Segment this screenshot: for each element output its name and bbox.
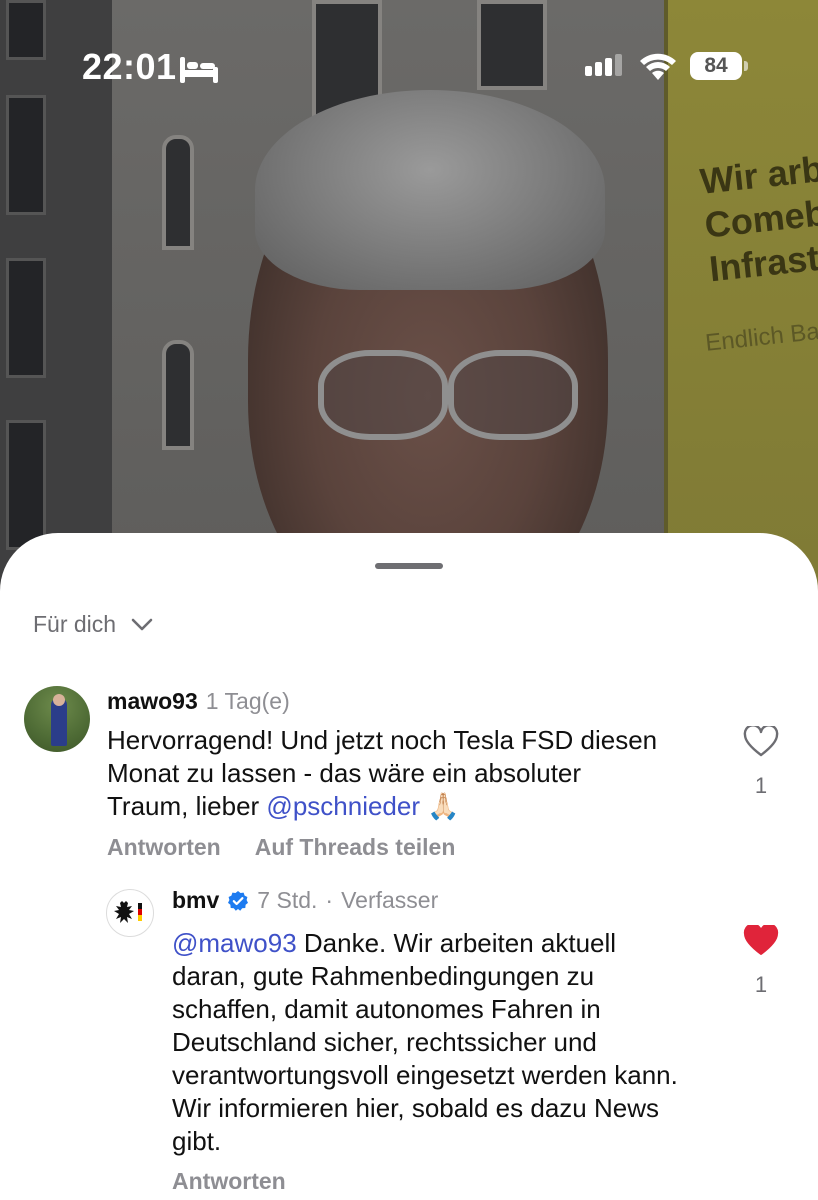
glasses-right	[448, 350, 578, 440]
comment-time: 7 Std.	[257, 887, 318, 913]
mention-link[interactable]: @mawo93	[172, 928, 297, 958]
verified-badge-icon	[228, 890, 249, 911]
battery-tip	[744, 61, 748, 71]
comment-actions: Antworten Auf Threads teilen	[107, 834, 455, 861]
avatar[interactable]	[24, 686, 90, 752]
glasses-left	[318, 350, 448, 440]
like-count: 1	[754, 773, 768, 798]
comment-text: @mawo93 Danke. Wir arbeiten aktuell dara…	[172, 927, 682, 1158]
avatar[interactable]	[106, 889, 154, 937]
comment-time: 1 Tag(e)	[205, 688, 290, 714]
sign-subline: Endlich Bau	[704, 316, 818, 357]
heart-filled-icon	[743, 923, 779, 955]
sort-filter-dropdown[interactable]: Für dich	[33, 611, 154, 638]
sleep-focus-icon	[180, 57, 218, 83]
comment-meta: bmv 7 Std. · Verfasser	[172, 887, 438, 914]
share-threads-button[interactable]: Auf Threads teilen	[255, 834, 456, 861]
meta-separator: ·	[325, 887, 334, 913]
reply-button[interactable]: Antworten	[172, 1168, 286, 1195]
reply-button[interactable]: Antworten	[107, 834, 221, 861]
like-button[interactable]: 1	[741, 923, 781, 998]
sheet-grabber[interactable]	[375, 563, 443, 569]
like-button[interactable]: 1	[741, 724, 781, 799]
author-badge: Verfasser	[341, 887, 439, 913]
mention-link[interactable]: @pschnieder	[266, 791, 420, 821]
comments-sheet: Für dich mawo93 1 Tag(e) Hervorragend! U…	[0, 533, 818, 1200]
battery-indicator: 84	[690, 52, 742, 80]
comment-text: Hervorragend! Und jetzt noch Tesla FSD d…	[107, 724, 667, 823]
chevron-down-icon	[131, 618, 153, 630]
status-bar: 22:01 84	[0, 0, 818, 140]
comment-meta: mawo93 1 Tag(e)	[107, 688, 290, 715]
username[interactable]: mawo93	[107, 688, 198, 715]
comment-actions: Antworten	[172, 1168, 286, 1195]
wifi-icon	[640, 53, 676, 80]
federal-eagle-logo	[114, 901, 142, 923]
heart-outline-icon	[743, 724, 779, 757]
username[interactable]: bmv	[172, 887, 219, 914]
comment-text-part: Danke. Wir arbeiten aktuell daran, gute …	[172, 928, 678, 1156]
like-count: 1	[754, 972, 768, 997]
comment-emoji: 🙏🏻	[420, 791, 460, 821]
filter-label: Für dich	[33, 611, 117, 637]
status-time: 22:01	[82, 46, 177, 87]
